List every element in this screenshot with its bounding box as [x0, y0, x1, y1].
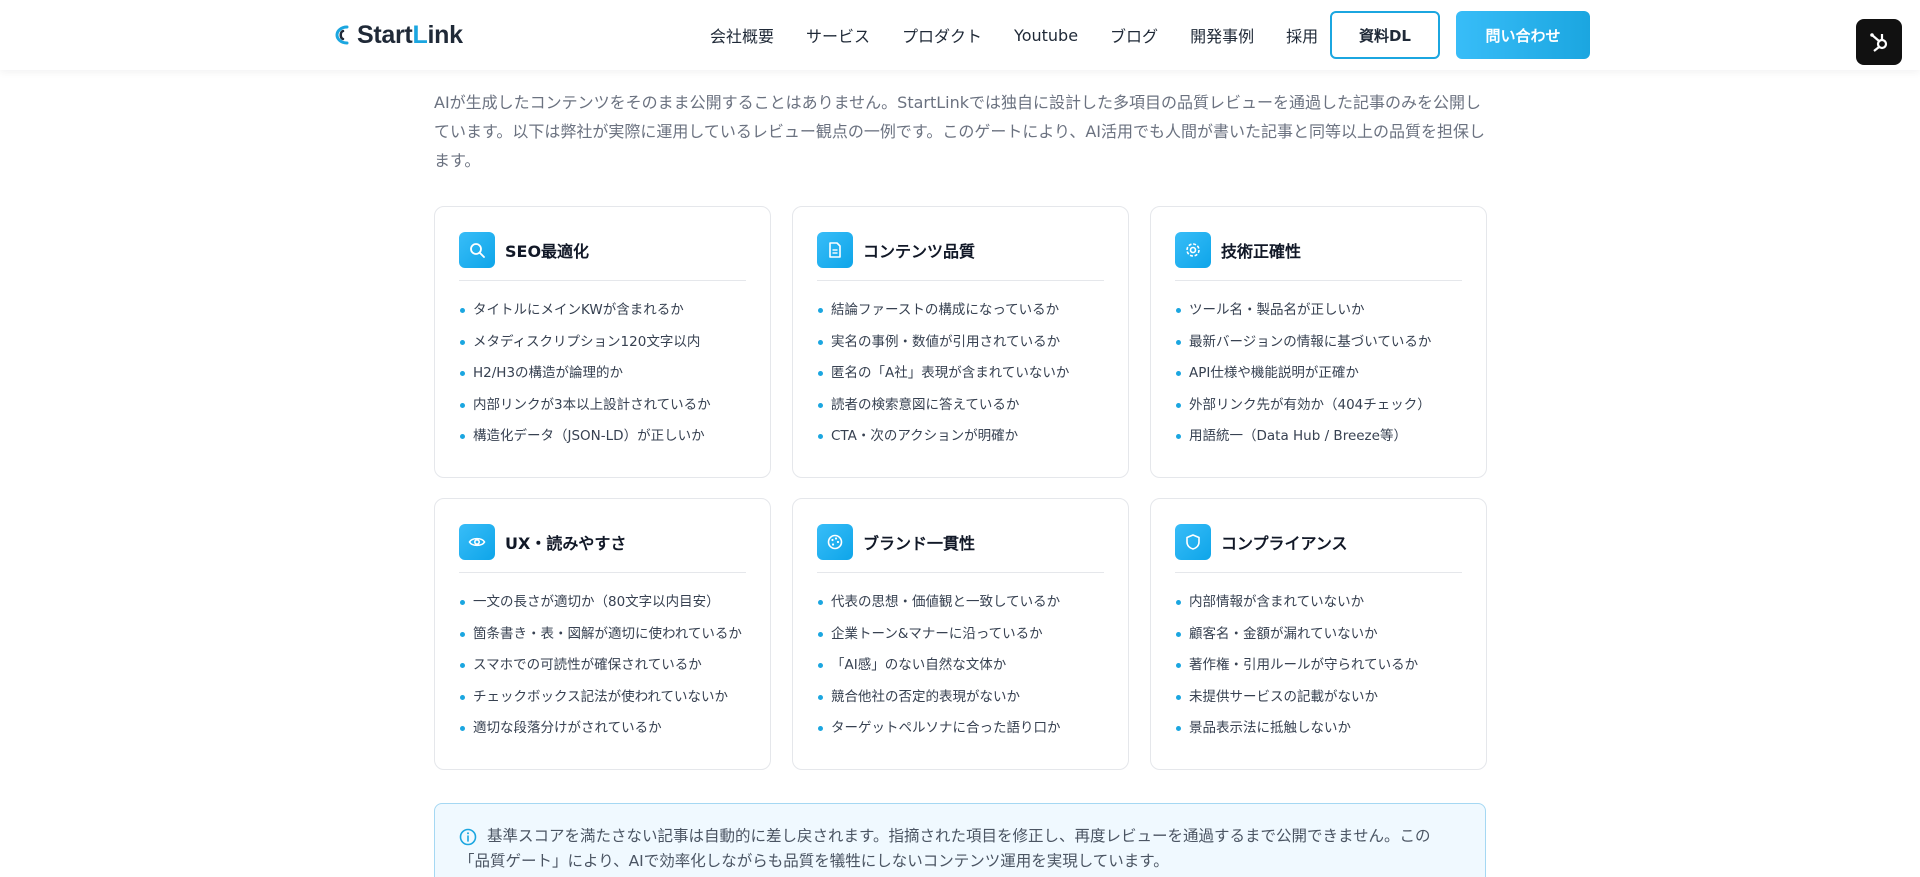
list-item: ツール名・製品名が正しいか	[1175, 295, 1462, 327]
card-title: UX・読みやすさ	[505, 533, 627, 553]
card-header: コンプライアンス	[1175, 523, 1462, 573]
list-item: 箇条書き・表・図解が適切に使われているか	[459, 619, 746, 651]
nav-youtube[interactable]: Youtube	[998, 26, 1094, 45]
card-list: 代表の思想・価値観と一致しているか 企業トーン&マナーに沿っているか 「AI感」…	[817, 587, 1104, 745]
list-item: 構造化データ（JSON-LD）が正しいか	[459, 421, 746, 453]
list-item: 外部リンク先が有効か（404チェック）	[1175, 390, 1462, 422]
list-item: 代表の思想・価値観と一致しているか	[817, 587, 1104, 619]
intro-text: AIが生成したコンテンツをそのまま公開することはありません。StartLinkで…	[434, 93, 1486, 170]
criteria-card-seo: SEO最適化 タイトルにメインKWが含まれるか メタディスクリプション120文字…	[434, 206, 771, 478]
card-list: ツール名・製品名が正しいか 最新バージョンの情報に基づいているか API仕様や機…	[1175, 295, 1462, 453]
list-item: CTA・次のアクションが明確か	[817, 421, 1104, 453]
card-header: ブランド一貫性	[817, 523, 1104, 573]
list-item: ターゲットペルソナに合った語り口か	[817, 713, 1104, 745]
list-item: 一文の長さが適切か（80文字以内目安）	[459, 587, 746, 619]
logo-mark-icon	[335, 25, 349, 45]
quality-gate-notice: 基準スコアを満たさない記事は自動的に差し戻されます。指摘された項目を修正し、再度…	[434, 803, 1486, 877]
criteria-card-compliance: コンプライアンス 内部情報が含まれていないか 顧客名・金額が漏れていないか 著作…	[1150, 498, 1487, 770]
nav-company[interactable]: 会社概要	[694, 23, 790, 47]
list-item: 内部情報が含まれていないか	[1175, 587, 1462, 619]
criteria-card-technical-accuracy: 技術正確性 ツール名・製品名が正しいか 最新バージョンの情報に基づいているか A…	[1150, 206, 1487, 478]
list-item: 企業トーン&マナーに沿っているか	[817, 619, 1104, 651]
list-item: 「AI感」のない自然な文体か	[817, 650, 1104, 682]
card-list: 一文の長さが適切か（80文字以内目安） 箇条書き・表・図解が適切に使われているか…	[459, 587, 746, 745]
list-item: 結論ファーストの構成になっているか	[817, 295, 1104, 327]
palette-icon	[817, 523, 853, 560]
card-list: タイトルにメインKWが含まれるか メタディスクリプション120文字以内 H2/H…	[459, 295, 746, 453]
nav-case-studies[interactable]: 開発事例	[1174, 23, 1270, 47]
list-item: チェックボックス記法が使われていないか	[459, 682, 746, 714]
nav-recruit[interactable]: 採用	[1270, 23, 1334, 47]
card-header: UX・読みやすさ	[459, 523, 746, 573]
list-item: スマホでの可読性が確保されているか	[459, 650, 746, 682]
list-item: 内部リンクが3本以上設計されているか	[459, 390, 746, 422]
criteria-card-content-quality: コンテンツ品質 結論ファーストの構成になっているか 実名の事例・数値が引用されて…	[792, 206, 1129, 478]
nav-services[interactable]: サービス	[790, 23, 886, 47]
criteria-card-brand-consistency: ブランド一貫性 代表の思想・価値観と一致しているか 企業トーン&マナーに沿ってい…	[792, 498, 1129, 770]
nav-products[interactable]: プロダクト	[886, 23, 998, 47]
gear-icon	[1175, 231, 1211, 268]
document-icon	[817, 231, 853, 268]
list-item: メタディスクリプション120文字以内	[459, 327, 746, 359]
download-button[interactable]: 資料DL	[1330, 11, 1440, 59]
list-item: 顧客名・金額が漏れていないか	[1175, 619, 1462, 651]
list-item: 未提供サービスの記載がないか	[1175, 682, 1462, 714]
list-item: 景品表示法に抵触しないか	[1175, 713, 1462, 745]
card-header: コンテンツ品質	[817, 231, 1104, 281]
list-item: 用語統一（Data Hub / Breeze等）	[1175, 421, 1462, 453]
shield-icon	[1175, 523, 1211, 560]
card-title: コンプライアンス	[1221, 533, 1348, 553]
list-item: 著作権・引用ルールが守られているか	[1175, 650, 1462, 682]
logo-text: StartLink	[357, 20, 463, 49]
site-header: StartLink 会社概要 サービス プロダクト Youtube ブログ 開発…	[0, 0, 1920, 70]
list-item: 読者の検索意図に答えているか	[817, 390, 1104, 422]
list-item: タイトルにメインKWが含まれるか	[459, 295, 746, 327]
eye-icon	[459, 523, 495, 560]
card-title: ブランド一貫性	[863, 533, 976, 553]
card-title: SEO最適化	[505, 241, 590, 261]
card-title: コンテンツ品質	[863, 241, 976, 261]
list-item: API仕様や機能説明が正確か	[1175, 358, 1462, 390]
info-icon	[459, 828, 477, 846]
card-header: 技術正確性	[1175, 231, 1462, 281]
list-item: H2/H3の構造が論理的か	[459, 358, 746, 390]
card-header: SEO最適化	[459, 231, 746, 281]
nav-blog[interactable]: ブログ	[1094, 23, 1174, 47]
contact-button[interactable]: 問い合わせ	[1456, 11, 1590, 59]
list-item: 匿名の「A社」表現が含まれていないか	[817, 358, 1104, 390]
criteria-card-ux-readability: UX・読みやすさ 一文の長さが適切か（80文字以内目安） 箇条書き・表・図解が適…	[434, 498, 771, 770]
card-list: 内部情報が含まれていないか 顧客名・金額が漏れていないか 著作権・引用ルールが守…	[1175, 587, 1462, 745]
list-item: 最新バージョンの情報に基づいているか	[1175, 327, 1462, 359]
review-criteria-grid: SEO最適化 タイトルにメインKWが含まれるか メタディスクリプション120文字…	[434, 206, 1487, 770]
hubspot-icon	[1870, 33, 1888, 52]
list-item: 実名の事例・数値が引用されているか	[817, 327, 1104, 359]
main-nav: 会社概要 サービス プロダクト Youtube ブログ 開発事例 採用	[694, 0, 1334, 70]
startlink-logo[interactable]: StartLink	[333, 20, 463, 50]
search-icon	[459, 231, 495, 268]
hubspot-widget-button[interactable]	[1856, 19, 1902, 65]
card-list: 結論ファーストの構成になっているか 実名の事例・数値が引用されているか 匿名の「…	[817, 295, 1104, 453]
notice-text: 基準スコアを満たさない記事は自動的に差し戻されます。指摘された項目を修正し、再度…	[459, 827, 1431, 870]
list-item: 競合他社の否定的表現がないか	[817, 682, 1104, 714]
card-title: 技術正確性	[1221, 241, 1302, 261]
list-item: 適切な段落分けがされているか	[459, 713, 746, 745]
